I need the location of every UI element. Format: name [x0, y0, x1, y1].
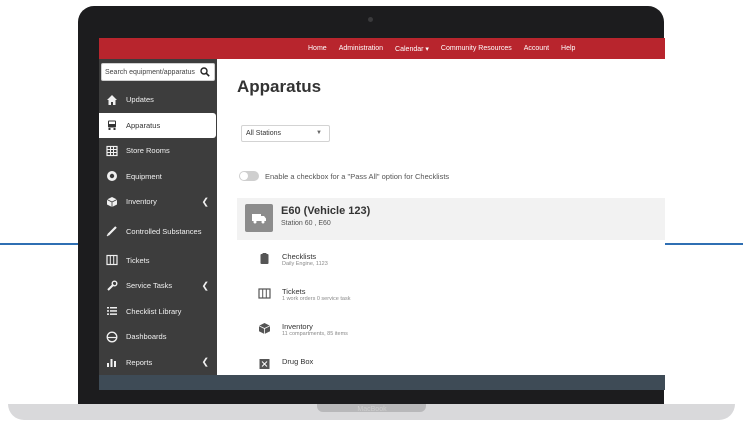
sidebar-nav: Updates Apparatus Store Rooms Equipment: [99, 87, 217, 375]
columns-icon: [106, 254, 118, 266]
syringe-icon: [106, 225, 118, 237]
sidebar-item-reports[interactable]: Reports ❮: [99, 350, 217, 376]
search-input[interactable]: Search equipment/apparatus: [101, 63, 215, 81]
nav-calendar-dropdown[interactable]: Calendar ▾: [389, 45, 435, 53]
chevron-left-icon[interactable]: ❮: [201, 280, 209, 291]
chevron-left-icon[interactable]: ❮: [201, 196, 209, 207]
station-filter-select[interactable]: All Stations ▼: [241, 125, 330, 142]
sidebar-item-label: Reports: [126, 357, 153, 367]
gauge-icon: [106, 331, 118, 343]
vehicle-truck-icon: [245, 204, 273, 232]
pass-all-toggle[interactable]: [239, 171, 259, 181]
sidebar-item-label: Checklist Library: [126, 306, 182, 316]
nav-help-link[interactable]: Help: [555, 45, 581, 52]
bar-chart-icon: [106, 356, 118, 368]
target-icon: [106, 170, 118, 182]
camera-icon: [368, 17, 373, 22]
truck-icon: [106, 119, 118, 131]
station-filter-value: All Stations: [246, 130, 282, 137]
sidebar-item-label: Store Rooms: [126, 146, 170, 156]
sidebar-item-label: Apparatus: [126, 120, 161, 130]
caret-down-icon: ▼: [316, 130, 322, 136]
sidebar-item-inventory[interactable]: Inventory ❮: [99, 189, 217, 215]
sidebar-item-dashboards[interactable]: Dashboards: [99, 324, 217, 350]
list-icon: [106, 305, 118, 317]
pass-all-toggle-label: Enable a checkbox for a "Pass All" optio…: [265, 172, 450, 181]
sidebar-item-controlled-substances[interactable]: Controlled Substances: [99, 215, 217, 248]
device-brand-label: MacBook: [357, 406, 387, 413]
search-icon[interactable]: [200, 67, 210, 77]
vehicle-subtitle: Station 60 , E60: [281, 220, 331, 227]
section-title: Tickets: [282, 287, 306, 296]
sidebar-item-label: Updates: [126, 95, 154, 105]
sidebar-item-service-tasks[interactable]: Service Tasks ❮: [99, 273, 217, 299]
nav-community-resources-link[interactable]: Community Resources: [435, 45, 518, 52]
sidebar-item-label: Equipment: [126, 171, 162, 181]
clipboard-icon: [258, 252, 271, 265]
sidebar-item-apparatus[interactable]: Apparatus: [99, 112, 216, 138]
section-title: Checklists: [282, 252, 317, 261]
section-subtitle: 11 compartments, 85 items: [282, 331, 348, 337]
section-subtitle: Daily Engine, 1123: [282, 261, 328, 267]
home-icon: [106, 94, 118, 106]
app-screen: Home Administration Calendar ▾ Community…: [99, 38, 665, 390]
nav-home-link[interactable]: Home: [302, 45, 333, 52]
screen-bottom-bar: [99, 375, 665, 390]
sidebar-item-updates[interactable]: Updates: [99, 87, 217, 113]
section-checklists[interactable]: Checklists Daily Engine, 1123: [247, 242, 665, 276]
section-inventory[interactable]: Inventory 11 compartments, 85 items: [247, 312, 665, 346]
wrench-icon: [106, 280, 118, 292]
vehicle-name: E60 (Vehicle 123): [281, 205, 371, 217]
vehicle-sections: Checklists Daily Engine, 1123 Tickets 1 …: [247, 240, 665, 375]
sidebar-item-checklist-library[interactable]: Checklist Library: [99, 299, 217, 325]
search-placeholder: Search equipment/apparatus: [105, 68, 195, 76]
section-title: Drug Box: [282, 357, 314, 366]
nav-account-link[interactable]: Account: [518, 45, 555, 52]
sidebar-item-store-rooms[interactable]: Store Rooms: [99, 138, 217, 164]
box-icon: [258, 322, 271, 335]
section-tickets[interactable]: Tickets 1 work orders 0 service task: [247, 277, 665, 311]
box-icon: [106, 196, 118, 208]
top-nav-menu: Home Administration Calendar ▾ Community…: [99, 38, 581, 59]
sidebar-item-label: Service Tasks: [126, 281, 173, 291]
main-content: Apparatus All Stations ▼ Enable a checkb…: [217, 59, 665, 375]
chevron-left-icon[interactable]: ❮: [201, 357, 209, 368]
toggle-knob: [240, 172, 248, 180]
sidebar-item-label: Controlled Substances: [126, 226, 202, 236]
nav-administration-link[interactable]: Administration: [333, 45, 389, 52]
sidebar-item-label: Tickets: [126, 255, 150, 265]
section-title: Inventory: [282, 322, 313, 331]
columns-icon: [258, 287, 271, 300]
medkit-icon: [258, 357, 271, 370]
vehicle-header[interactable]: E60 (Vehicle 123) Station 60 , E60: [237, 198, 665, 240]
sidebar: Search equipment/apparatus Updates Appar…: [99, 59, 217, 375]
top-navbar: Home Administration Calendar ▾ Community…: [99, 38, 665, 59]
section-subtitle: 1 work orders 0 service task: [282, 296, 351, 302]
grid-icon: [106, 145, 118, 157]
sidebar-item-tickets[interactable]: Tickets: [99, 248, 217, 274]
sidebar-item-label: Inventory: [126, 197, 157, 207]
sidebar-item-label: Dashboards: [126, 332, 167, 342]
page-title: Apparatus: [237, 77, 322, 96]
sidebar-item-equipment[interactable]: Equipment: [99, 164, 217, 190]
